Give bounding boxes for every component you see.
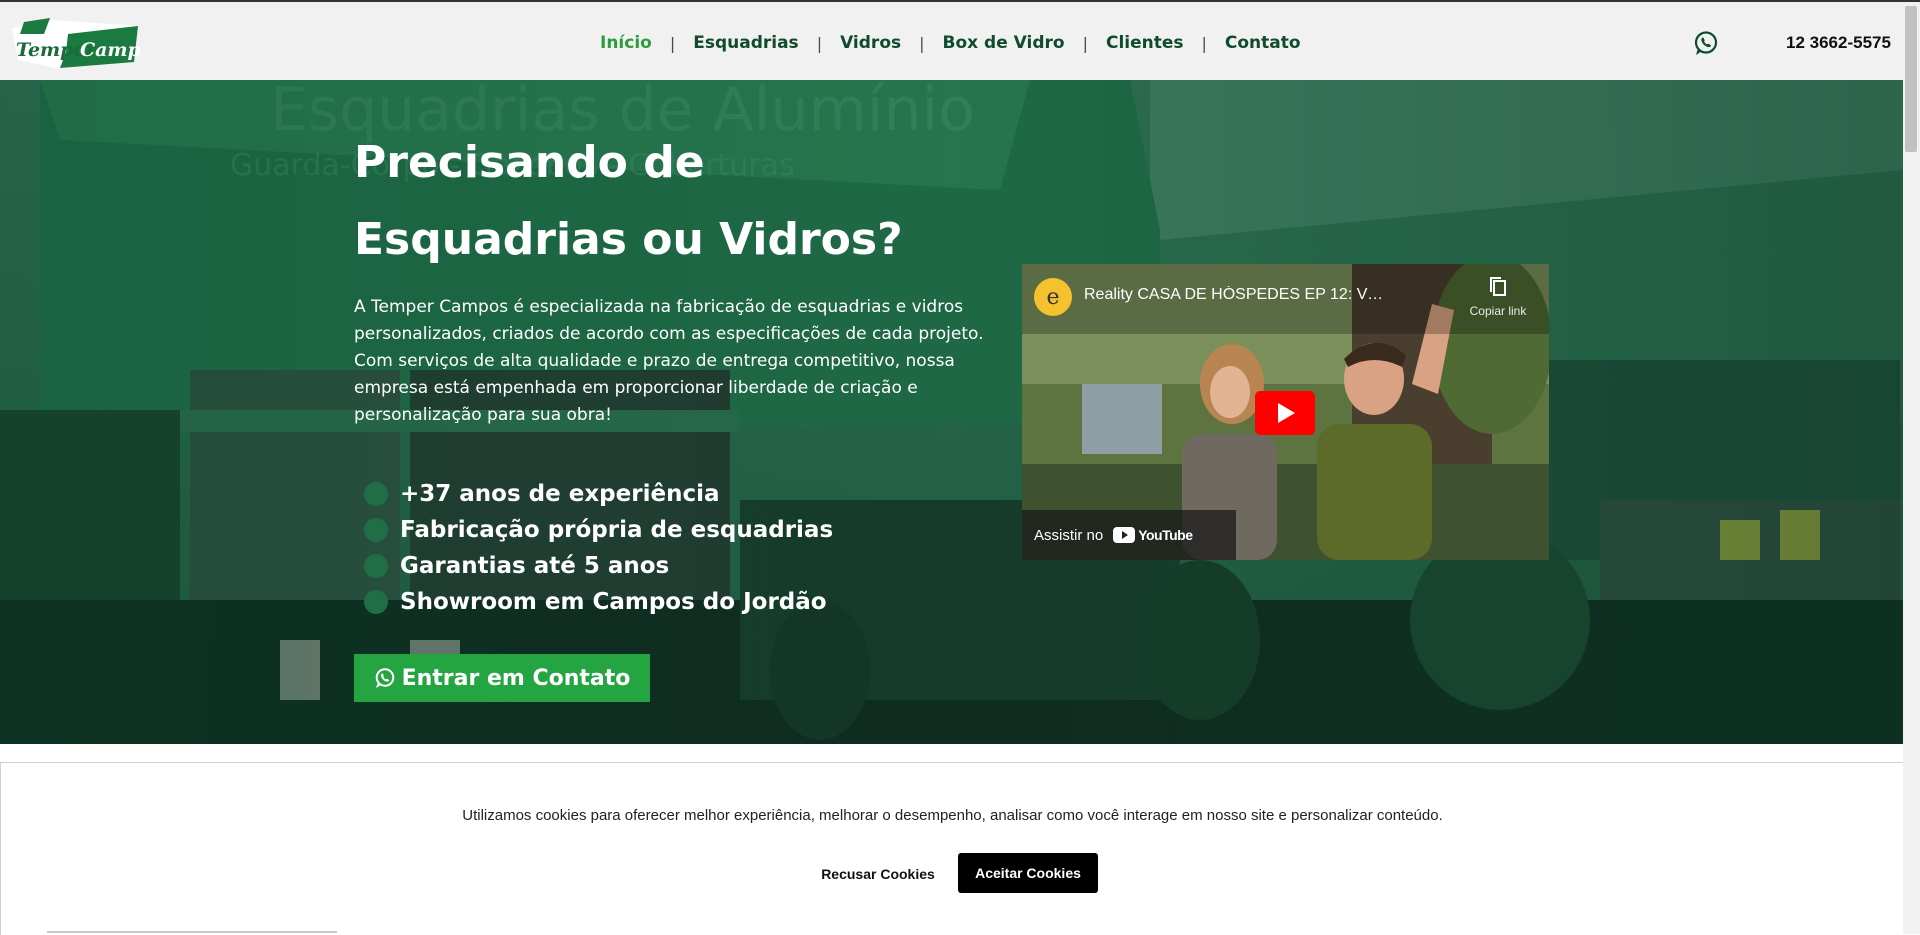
- nav-clientes[interactable]: Clientes: [1106, 33, 1184, 53]
- scrollbar-thumb[interactable]: [1905, 6, 1917, 152]
- bullet-icon: [364, 554, 388, 578]
- feature-item: +37 anos de experiência: [364, 476, 833, 512]
- nav-esquadrias[interactable]: Esquadrias: [693, 33, 798, 53]
- feature-label: Garantias até 5 anos: [400, 553, 670, 579]
- hero-title: Precisando de Esquadrias ou Vidros?: [354, 124, 974, 278]
- temper-campos-logo[interactable]: Temper Campos: [10, 18, 164, 70]
- youtube-video-embed[interactable]: e Reality CASA DE HÓSPEDES EP 12: Visita…: [1022, 264, 1549, 560]
- video-title[interactable]: Reality CASA DE HÓSPEDES EP 12: Visita t…: [1084, 286, 1384, 304]
- feature-list: +37 anos de experiência Fabricação própr…: [364, 476, 833, 620]
- cookie-consent-banner: Utilizamos cookies para oferecer melhor …: [0, 762, 1904, 935]
- nav-separator: |: [919, 33, 925, 53]
- nav-separator: |: [816, 33, 823, 53]
- feature-item: Showroom em Campos do Jordão: [364, 584, 833, 620]
- reject-cookies-button[interactable]: Recusar Cookies: [807, 855, 949, 893]
- hero-section: Esquadrias de Alumínio Guarda-Corpo - Ga…: [0, 80, 1903, 744]
- watch-on-label: Assistir no: [1034, 526, 1104, 544]
- bullet-icon: [364, 590, 388, 614]
- nav-separator: |: [1082, 33, 1088, 53]
- copy-icon: [1490, 277, 1506, 296]
- contact-cta-button[interactable]: Entrar em Contato: [354, 654, 650, 702]
- nav-inicio[interactable]: Início: [600, 33, 652, 53]
- hero-description: A Temper Campos é especializada na fabri…: [354, 297, 984, 425]
- feature-item: Garantias até 5 anos: [364, 548, 833, 584]
- watch-on-youtube-button[interactable]: Assistir no YouTube: [1022, 510, 1236, 560]
- whatsapp-icon: [375, 668, 394, 688]
- youtube-play-icon: [1113, 527, 1136, 543]
- nav-separator: |: [1201, 33, 1207, 53]
- site-header: Temper Campos Início | Esquadrias | Vidr…: [0, 2, 1903, 80]
- hero-title-line-2: Esquadrias ou Vidros?: [354, 214, 903, 265]
- bullet-icon: [364, 482, 388, 506]
- svg-text:Campos: Campos: [80, 39, 140, 61]
- nav-separator: |: [669, 33, 676, 53]
- accept-cookies-button[interactable]: Aceitar Cookies: [958, 853, 1098, 893]
- channel-avatar[interactable]: e: [1034, 278, 1072, 316]
- phone-number[interactable]: 12 3662-5575: [1786, 33, 1891, 53]
- main-nav: Início | Esquadrias | Vidros | Box de Vi…: [600, 28, 1301, 58]
- copy-link-button[interactable]: Copiar link: [1458, 276, 1538, 318]
- youtube-logo: YouTube: [1113, 527, 1193, 543]
- play-icon[interactable]: [1251, 389, 1319, 437]
- whatsapp-icon[interactable]: [1693, 30, 1719, 56]
- feature-label: Fabricação própria de esquadrias: [400, 517, 834, 543]
- nav-contato[interactable]: Contato: [1225, 33, 1301, 53]
- feature-label: Showroom em Campos do Jordão: [400, 589, 827, 615]
- copy-link-label: Copiar link: [1469, 304, 1527, 318]
- nav-vidros[interactable]: Vidros: [840, 33, 901, 53]
- contact-cta-label: Entrar em Contato: [401, 665, 631, 691]
- bullet-icon: [364, 518, 388, 542]
- page-scrollbar[interactable]: [1903, 2, 1920, 934]
- nav-box-de-vidro[interactable]: Box de Vidro: [943, 33, 1065, 53]
- feature-item: Fabricação própria de esquadrias: [364, 512, 833, 548]
- cookie-message: Utilizamos cookies para oferecer melhor …: [462, 807, 1443, 824]
- feature-label: +37 anos de experiência: [400, 481, 720, 507]
- divider: [47, 931, 337, 933]
- youtube-wordmark: YouTube: [1138, 527, 1193, 543]
- hero-title-line-1: Precisando de: [354, 137, 705, 188]
